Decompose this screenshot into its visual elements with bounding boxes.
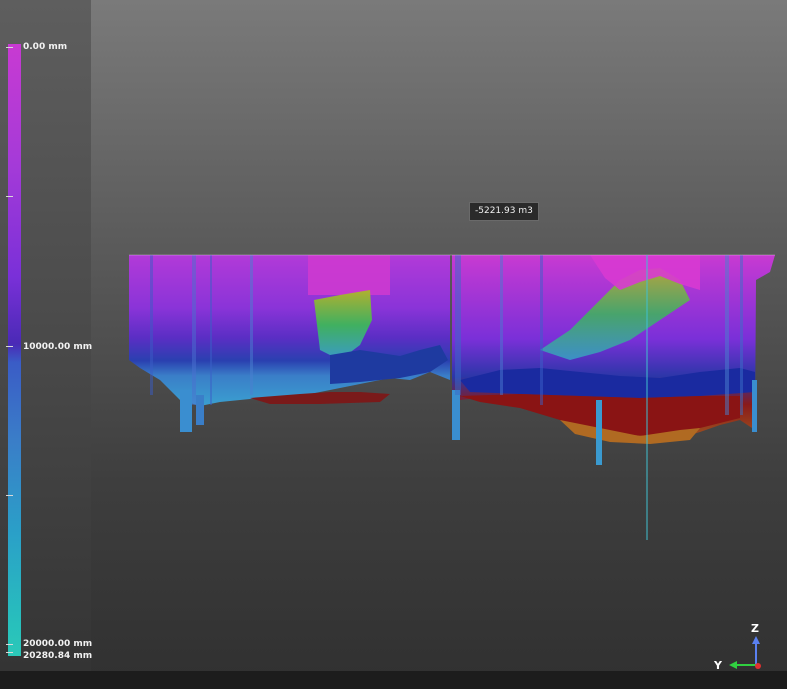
z-axis-label: Z <box>751 622 759 635</box>
cloud-top-edge <box>129 254 775 256</box>
point-cloud-viewport[interactable] <box>0 0 787 689</box>
volume-tooltip: -5221.93 m3 <box>469 202 539 221</box>
point-cloud-left-section <box>129 255 450 432</box>
axis-triad <box>729 636 761 669</box>
status-bar <box>0 671 787 689</box>
